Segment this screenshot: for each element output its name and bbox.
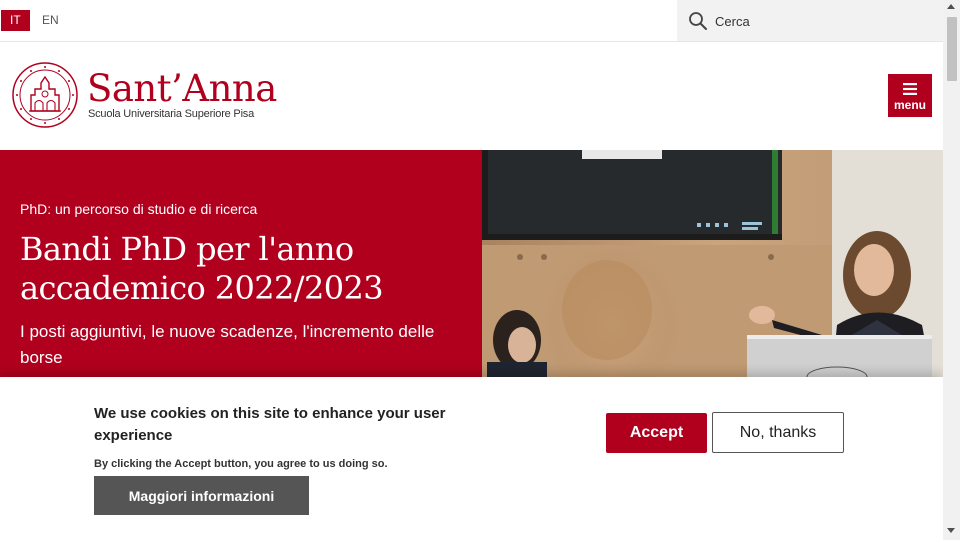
scroll-up-arrow-icon[interactable] bbox=[947, 4, 955, 9]
hamburger-icon bbox=[903, 83, 917, 95]
more-info-button[interactable]: Maggiori informazioni bbox=[94, 476, 309, 515]
brand-subtitle: Scuola Universitaria Superiore Pisa bbox=[88, 108, 255, 120]
cookie-banner-note: By clicking the Accept button, you agree… bbox=[94, 458, 388, 470]
hero-subtitle: I posti aggiuntivi, le nuove scadenze, l… bbox=[20, 322, 435, 367]
hero-banner[interactable]: PhD: un percorso di studio e di ricerca … bbox=[0, 150, 943, 377]
accept-button[interactable]: Accept bbox=[606, 413, 707, 453]
hero-title[interactable]: Bandi PhD per l'anno accademico 2022/202… bbox=[20, 230, 470, 308]
search-input[interactable] bbox=[715, 11, 915, 31]
decline-button[interactable]: No, thanks bbox=[712, 412, 844, 453]
language-en-link[interactable]: EN bbox=[33, 10, 68, 31]
vertical-scrollbar[interactable] bbox=[943, 0, 960, 540]
top-bar: IT EN bbox=[0, 0, 943, 42]
hero-text-panel: PhD: un percorso di studio e di ricerca … bbox=[0, 150, 482, 377]
presentation-photo bbox=[482, 150, 943, 377]
scroll-down-arrow-icon[interactable] bbox=[947, 528, 955, 533]
scroll-thumb[interactable] bbox=[947, 17, 957, 81]
language-it-link[interactable]: IT bbox=[1, 10, 30, 31]
hero-photo bbox=[482, 150, 943, 377]
menu-button[interactable]: menu bbox=[888, 74, 932, 117]
hero-kicker: PhD: un percorso di studio e di ricerca bbox=[20, 201, 258, 217]
cookie-banner-title: We use cookies on this site to enhance y… bbox=[94, 405, 446, 444]
search-icon[interactable] bbox=[688, 11, 708, 31]
site-header: Sant’Anna Scuola Universitaria Superiore… bbox=[0, 42, 943, 150]
menu-label: menu bbox=[893, 98, 926, 112]
search-box[interactable] bbox=[677, 0, 943, 41]
university-seal-logo[interactable] bbox=[11, 61, 79, 129]
cookie-banner: We use cookies on this site to enhance y… bbox=[0, 377, 943, 540]
brand-name[interactable]: Sant’Anna bbox=[87, 66, 277, 112]
